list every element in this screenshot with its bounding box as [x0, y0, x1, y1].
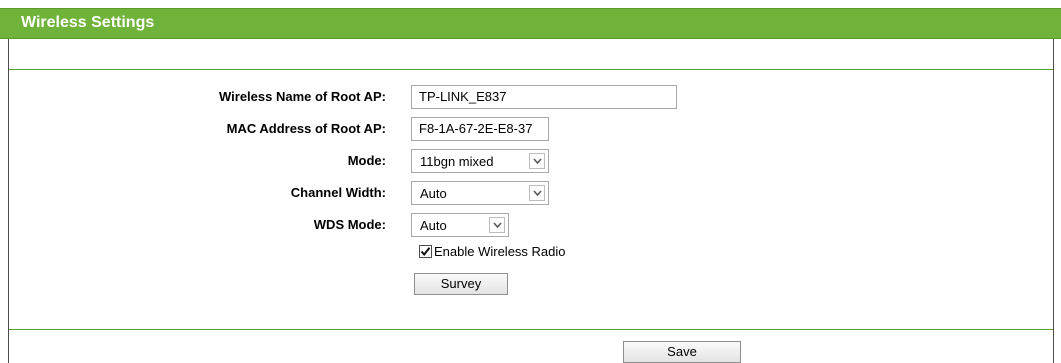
channel-width-select-value: Auto: [420, 186, 447, 201]
enable-radio-label: Enable Wireless Radio: [434, 244, 566, 259]
section-header: Wireless Settings: [0, 8, 1061, 39]
enable-radio-checkbox[interactable]: [419, 245, 432, 258]
wds-mode-label: WDS Mode:: [313, 217, 386, 232]
divider-top: [9, 69, 1053, 70]
mode-select-value: 11bgn mixed: [420, 154, 494, 169]
chevron-down-icon[interactable]: [489, 217, 505, 233]
root-ap-name-input[interactable]: TP-LINK_E837: [411, 85, 677, 109]
root-ap-name-label: Wireless Name of Root AP:: [219, 89, 386, 104]
root-ap-mac-input[interactable]: F8-1A-67-2E-E8-37: [411, 117, 549, 141]
checkmark-icon: [420, 247, 431, 257]
channel-width-select[interactable]: Auto: [411, 181, 549, 205]
chevron-down-icon[interactable]: [529, 185, 545, 201]
survey-button[interactable]: Survey: [414, 273, 508, 295]
wds-mode-select[interactable]: Auto: [411, 213, 509, 237]
mode-label: Mode:: [347, 153, 386, 168]
wds-mode-select-value: Auto: [420, 218, 447, 233]
root-ap-mac-label: MAC Address of Root AP:: [226, 121, 386, 136]
mode-select[interactable]: 11bgn mixed: [411, 149, 549, 173]
save-button[interactable]: Save: [623, 341, 741, 363]
divider-bottom: [9, 329, 1053, 330]
chevron-down-icon[interactable]: [529, 153, 545, 169]
channel-width-label: Channel Width:: [290, 185, 386, 200]
page-title: Wireless Settings: [21, 14, 155, 31]
